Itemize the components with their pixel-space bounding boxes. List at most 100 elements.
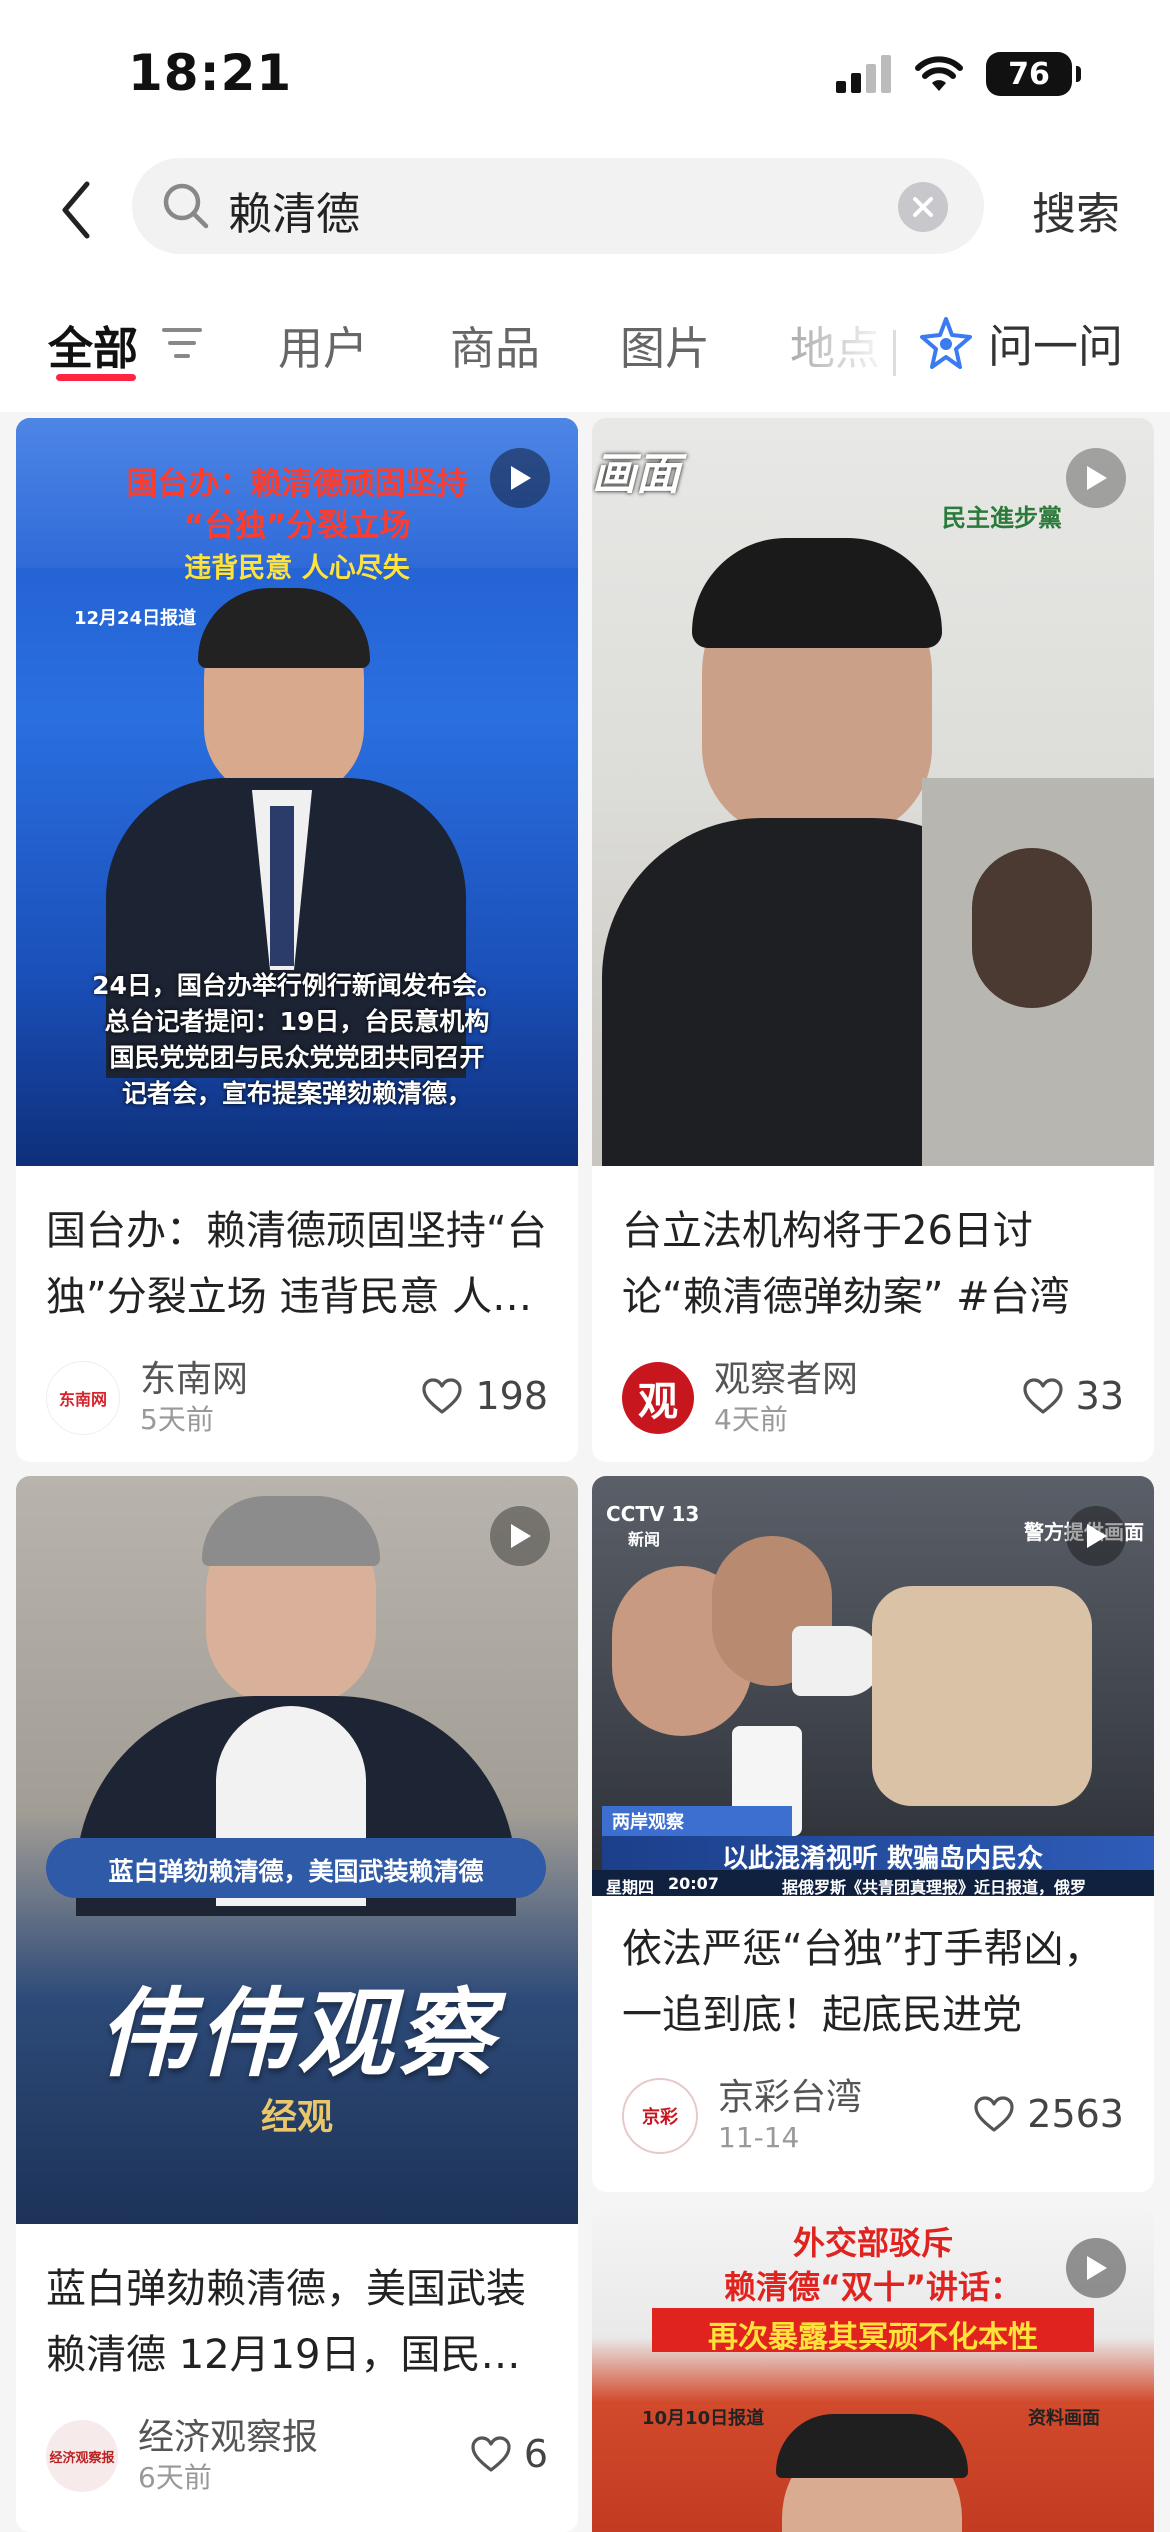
cover-headline-3: 违背民意 人心尽失 [184, 553, 410, 584]
post-time: 6天前 [138, 2461, 212, 2494]
tab-divider [893, 330, 896, 376]
video-cover[interactable]: 蓝白弹劾赖清德，美国武装赖清德 伟伟观察 经观 [16, 1476, 578, 2224]
like-count: 198 [475, 1374, 548, 1418]
card-author[interactable]: 经济观察报 经济观察报 6天前 [46, 2416, 318, 2496]
clear-search-button[interactable] [898, 182, 948, 232]
active-tab-indicator [56, 374, 136, 381]
post-time: 5天前 [140, 1403, 214, 1436]
post-time: 11-14 [718, 2121, 800, 2154]
like-button[interactable]: 6 [470, 2432, 548, 2476]
card-title[interactable]: 依法严惩“台独”打手帮凶，一追到底！起底民进党 [622, 1916, 1128, 2048]
cover-corner-text: 画面 [592, 449, 680, 500]
card-author[interactable]: 京彩 京彩台湾 11-14 [622, 2076, 862, 2156]
filter-icon[interactable] [162, 326, 202, 360]
like-button[interactable]: 2563 [973, 2092, 1124, 2136]
tab-fade [790, 290, 910, 390]
cover-banner: 蓝白弹劾赖清德，美国武装赖清德 [108, 1857, 484, 1886]
heart-icon [422, 1378, 463, 1414]
like-button[interactable]: 33 [1022, 1374, 1124, 1418]
cover-caption-3: 国民党党团与民众党党团共同召开 [109, 1043, 485, 1072]
tab-images[interactable]: 图片 [620, 312, 710, 377]
cover-date: 10月10日报道 [642, 2408, 765, 2429]
back-arrow-icon [62, 181, 90, 239]
status-icons: 76 [836, 52, 1081, 96]
video-cover[interactable]: CCTV 13 新闻 警方提供画面 两岸观察 以此混淆视听 欺骗岛内民众 星期四… [592, 1476, 1154, 1896]
back-button[interactable] [44, 172, 108, 248]
result-card[interactable]: 画面 民主進步黨 台立法机构将于26日讨论“赖清德弹劾案” #台湾 观 观察者网… [592, 418, 1154, 1462]
status-bar: 18:21 76 [0, 0, 1170, 150]
ask-label: 问一问 [988, 320, 1124, 373]
cover-caption-1: 24日，国台办举行例行新闻发布会。 [92, 971, 502, 1000]
cover-brand: 经观 [260, 2097, 333, 2138]
video-cover[interactable]: 画面 民主進步黨 [592, 418, 1154, 1166]
cover-big-title: 伟伟观察 [97, 1978, 497, 2090]
heart-icon [1023, 1378, 1063, 1414]
result-card[interactable]: 国台办：赖清德顽固坚持 “台独”分裂立场 违背民意 人心尽失 12月24日报道 … [16, 418, 578, 1462]
author-name: 观察者网 [714, 1359, 859, 1400]
cover-date: 12月24日报道 [74, 608, 197, 629]
cover-caption-4: 记者会，宣布提案弹劾赖清德， [121, 1079, 472, 1108]
avatar: 京彩 [622, 2078, 698, 2154]
result-card[interactable]: 外交部驳斥 赖清德“双十”讲话： 再次暴露其冥顽不化本性 10月10日报道 资料… [592, 2208, 1154, 2532]
cover-caption-2: 总台记者提问：19日，台民意机构 [104, 1007, 490, 1036]
cellular-signal-icon [836, 55, 891, 93]
battery-level: 76 [1008, 56, 1050, 92]
tab-products[interactable]: 商品 [450, 312, 540, 377]
like-count: 33 [1075, 1374, 1124, 1418]
close-icon [913, 197, 933, 217]
cover-tag: 两岸观察 [612, 1812, 684, 1833]
cover-corner-text: 资料画面 [1028, 2408, 1100, 2429]
play-icon [1066, 1506, 1126, 1566]
like-count: 6 [523, 2432, 548, 2476]
cover-ticker-day: 星期四 [606, 1878, 655, 1896]
card-title[interactable]: 蓝白弹劾赖清德，美国武装赖清德 12月19日，国民党党团 [46, 2256, 552, 2388]
card-author[interactable]: 东南网 东南网 5天前 [46, 1358, 248, 1438]
author-name: 东南网 [140, 1359, 249, 1400]
like-count: 2563 [1027, 2092, 1124, 2136]
video-cover[interactable]: 外交部驳斥 赖清德“双十”讲话： 再次暴露其冥顽不化本性 10月10日报道 资料… [592, 2208, 1154, 2532]
avatar: 观 [622, 1362, 694, 1434]
author-name: 经济观察报 [138, 2417, 319, 2458]
like-button[interactable]: 198 [421, 1374, 548, 1418]
search-results-feed: 国台办：赖清德顽固坚持 “台独”分裂立场 违背民意 人心尽失 12月24日报道 … [0, 412, 1170, 2532]
post-time: 4天前 [714, 1403, 788, 1436]
wifi-icon [915, 56, 963, 91]
cover-headline-2: “台独”分裂立场 [183, 508, 411, 544]
avatar-logo: 经济观察报 [49, 2450, 115, 2466]
search-header: 赖清德 搜索 [0, 150, 1170, 270]
play-icon [1066, 2238, 1126, 2298]
avatar: 东南网 [46, 1361, 120, 1435]
search-button[interactable]: 搜索 [1032, 178, 1120, 242]
tab-users[interactable]: 用户 [278, 312, 368, 377]
cover-channel-sub: 新闻 [628, 1530, 661, 1549]
play-icon [490, 1506, 550, 1566]
video-cover[interactable]: 国台办：赖清德顽固坚持 “台独”分裂立场 违背民意 人心尽失 12月24日报道 … [16, 418, 578, 1166]
avatar-logo: 观 [638, 1379, 678, 1425]
result-card[interactable]: 蓝白弹劾赖清德，美国武装赖清德 伟伟观察 经观 蓝白弹劾赖清德，美国武装赖清德 … [16, 1476, 578, 2532]
battery-indicator: 76 [986, 52, 1081, 96]
cover-ticker-time: 20:07 [668, 1874, 719, 1893]
heart-icon [471, 2436, 511, 2472]
author-name: 京彩台湾 [718, 2077, 863, 2118]
result-card[interactable]: CCTV 13 新闻 警方提供画面 两岸观察 以此混淆视听 欺骗岛内民众 星期四… [592, 1476, 1154, 2192]
cover-ticker-text: 据俄罗斯《共青团真理报》近日报道，俄罗 [782, 1878, 1087, 1896]
search-query: 赖清德 [228, 189, 360, 240]
card-title[interactable]: 国台办：赖清德顽固坚持“台独”分裂立场 违背民意 人心尽失 [46, 1198, 552, 1330]
search-icon [163, 183, 209, 229]
heart-icon [974, 2096, 1014, 2132]
avatar-logo: 京彩 [642, 2107, 678, 2128]
ask-star-icon [920, 316, 972, 369]
search-input[interactable]: 赖清德 [132, 158, 984, 254]
play-icon [490, 448, 550, 508]
status-time: 18:21 [128, 44, 293, 102]
tab-all[interactable]: 全部 [48, 312, 138, 377]
card-author[interactable]: 观 观察者网 4天前 [622, 1358, 858, 1438]
cover-sign: 民主進步黨 [942, 504, 1062, 532]
filter-tabs: 全部 用户 商品 图片 地点 问一问 [0, 290, 1170, 390]
card-title[interactable]: 台立法机构将于26日讨论“赖清德弹劾案” #台湾 [622, 1198, 1128, 1330]
play-icon [1066, 448, 1126, 508]
cover-channel: CCTV 13 [606, 1502, 700, 1526]
avatar-logo: 东南网 [58, 1390, 107, 1409]
ask-button[interactable]: 问一问 [918, 310, 1123, 375]
cover-headline-3: 再次暴露其冥顽不化本性 [708, 2320, 1038, 2355]
